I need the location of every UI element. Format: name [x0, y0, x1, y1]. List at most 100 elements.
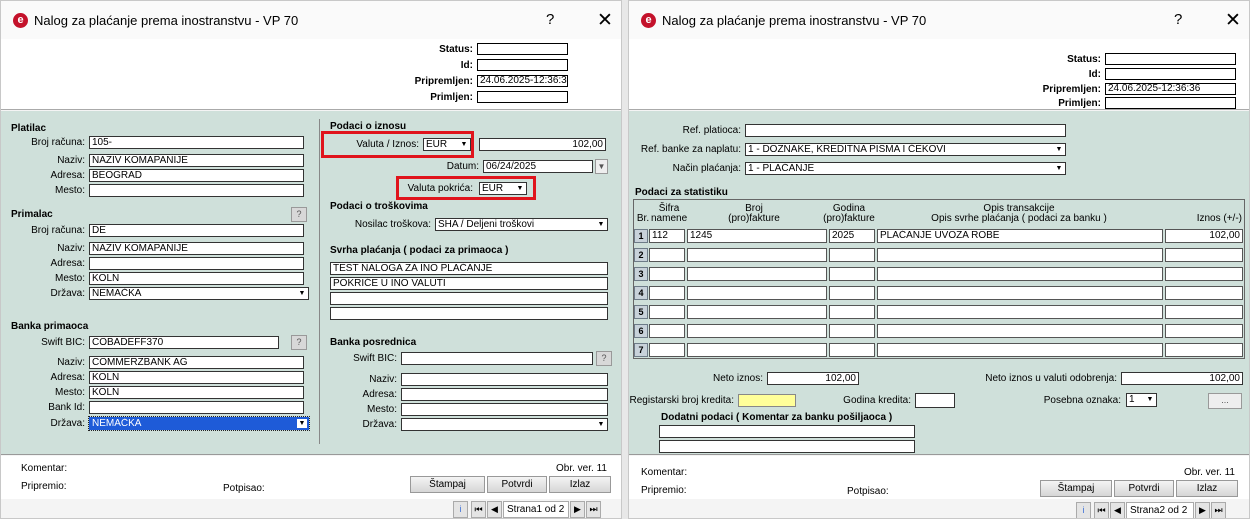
svrha-line-4[interactable] — [330, 307, 608, 320]
neto-valuta-input[interactable]: 102,00 — [1121, 372, 1243, 385]
cell-opis[interactable] — [877, 305, 1163, 319]
cell-opis[interactable] — [877, 286, 1163, 300]
cell-godina[interactable] — [829, 248, 875, 262]
dodatni-line-2[interactable] — [659, 440, 915, 453]
cell-sifra[interactable] — [649, 305, 685, 319]
cell-iznos[interactable] — [1165, 267, 1243, 281]
svrha-line-2[interactable]: POKRIĆE U INO VALUTI — [330, 277, 608, 290]
cell-opis[interactable]: PLAĆANJE UVOZA ROBE — [877, 229, 1163, 243]
cell-opis[interactable] — [877, 343, 1163, 357]
dropdown-arrow-icon[interactable]: ▼ — [1054, 145, 1064, 154]
svrha-line-3[interactable] — [330, 292, 608, 305]
cell-broj[interactable] — [687, 305, 827, 319]
close-button[interactable]: ✕ — [1225, 9, 1241, 32]
dropdown-arrow-icon[interactable]: ▼ — [297, 419, 307, 428]
primalac-naziv-input[interactable]: NAZIV KOMAPANIJE — [89, 242, 304, 255]
cell-opis[interactable] — [877, 248, 1163, 262]
dropdown-arrow-icon[interactable]: ▼ — [1145, 395, 1155, 404]
svrha-line-1[interactable]: TEST NALOGA ZA INO PLAĆANJE — [330, 262, 608, 275]
cell-opis[interactable] — [877, 324, 1163, 338]
prev-page-icon[interactable]: ◀ — [1110, 502, 1125, 518]
cell-godina[interactable]: 2025 — [829, 229, 875, 243]
help-button[interactable]: ? — [1174, 11, 1182, 28]
cell-iznos[interactable] — [1165, 324, 1243, 338]
cell-sifra[interactable] — [649, 267, 685, 281]
row-number[interactable]: 2 — [634, 248, 648, 262]
primalac-mesto-input[interactable]: KOLN — [89, 272, 304, 285]
bpos-naziv-input[interactable] — [401, 373, 608, 386]
info-icon[interactable]: i — [453, 501, 468, 518]
bp-bankid-input[interactable] — [89, 401, 304, 414]
primalac-drzava-select[interactable]: NEMAČKA ▼ — [89, 287, 309, 300]
bp-mesto-input[interactable]: KOLN — [89, 386, 304, 399]
next-page-icon[interactable]: ▶ — [570, 501, 585, 518]
bpos-adresa-input[interactable] — [401, 388, 608, 401]
stampaj-button[interactable]: Štampaj — [410, 476, 485, 493]
row-number[interactable]: 4 — [634, 286, 648, 300]
potvrdi-button[interactable]: Potvrdi — [1114, 480, 1174, 497]
help-button[interactable]: ? — [546, 11, 554, 28]
row-number[interactable]: 1 — [634, 229, 648, 243]
cell-iznos[interactable] — [1165, 286, 1243, 300]
row-number[interactable]: 7 — [634, 343, 648, 357]
izlaz-button[interactable]: Izlaz — [1176, 480, 1238, 497]
dropdown-arrow-icon[interactable]: ▼ — [596, 220, 606, 229]
primalac-adresa-input[interactable] — [89, 257, 304, 270]
bpos-swift-input[interactable] — [401, 352, 593, 365]
next-page-icon[interactable]: ▶ — [1195, 502, 1210, 518]
date-spinner-icon[interactable]: ▼ — [595, 159, 608, 174]
nosilac-select[interactable]: SHA / Deljeni troškovi ▼ — [435, 218, 608, 231]
platilac-broj-input[interactable]: 105- — [89, 136, 304, 149]
cell-godina[interactable] — [829, 286, 875, 300]
dropdown-arrow-icon[interactable]: ▼ — [297, 289, 307, 298]
cell-godina[interactable] — [829, 267, 875, 281]
cell-iznos[interactable]: 102,00 — [1165, 229, 1243, 243]
dropdown-arrow-icon[interactable]: ▼ — [1054, 164, 1064, 173]
bpos-drzava-select[interactable]: ▼ — [401, 418, 608, 431]
bp-adresa-input[interactable]: KOLN — [89, 371, 304, 384]
last-page-icon[interactable]: ⏭ — [586, 501, 601, 518]
row-number[interactable]: 3 — [634, 267, 648, 281]
potvrdi-button[interactable]: Potvrdi — [487, 476, 547, 493]
cell-godina[interactable] — [829, 305, 875, 319]
swift-help-button[interactable]: ? — [291, 335, 307, 350]
first-page-icon[interactable]: ⏮ — [471, 501, 486, 518]
reg-kredita-input[interactable] — [738, 394, 796, 407]
more-button[interactable]: ... — [1208, 393, 1242, 409]
cell-broj[interactable] — [687, 343, 827, 357]
neto-input[interactable]: 102,00 — [767, 372, 859, 385]
platilac-adresa-input[interactable]: BEOGRAD — [89, 169, 304, 182]
cell-sifra[interactable] — [649, 343, 685, 357]
close-button[interactable]: ✕ — [597, 9, 613, 32]
ref-platioca-input[interactable] — [745, 124, 1066, 137]
info-icon[interactable]: i — [1076, 502, 1091, 518]
bpos-help-button[interactable]: ? — [596, 351, 612, 366]
cell-iznos[interactable] — [1165, 305, 1243, 319]
primalac-help-button[interactable]: ? — [291, 207, 307, 222]
izlaz-button[interactable]: Izlaz — [549, 476, 611, 493]
row-number[interactable]: 6 — [634, 324, 648, 338]
bpos-mesto-input[interactable] — [401, 403, 608, 416]
cell-sifra[interactable]: 112 — [649, 229, 685, 243]
primalac-broj-input[interactable]: DE — [89, 224, 304, 237]
platilac-naziv-input[interactable]: NAZIV KOMAPANIJE — [89, 154, 304, 167]
cell-godina[interactable] — [829, 324, 875, 338]
stampaj-button[interactable]: Štampaj — [1040, 480, 1112, 497]
nacin-select[interactable]: 1 - PLAĆANJE ▼ — [745, 162, 1066, 175]
dodatni-line-1[interactable] — [659, 425, 915, 438]
cell-broj[interactable] — [687, 248, 827, 262]
iznos-input[interactable]: 102,00 — [479, 138, 606, 151]
prev-page-icon[interactable]: ◀ — [487, 501, 502, 518]
cell-iznos[interactable] — [1165, 343, 1243, 357]
cell-broj[interactable] — [687, 267, 827, 281]
ref-banke-select[interactable]: 1 - DOZNAKE, KREDITNA PISMA I ČEKOVI ▼ — [745, 143, 1066, 156]
row-number[interactable]: 5 — [634, 305, 648, 319]
godina-kredita-input[interactable] — [915, 393, 955, 408]
cell-iznos[interactable] — [1165, 248, 1243, 262]
datum-input[interactable]: 06/24/2025 — [483, 160, 593, 173]
cell-broj[interactable]: 1245 — [687, 229, 827, 243]
cell-opis[interactable] — [877, 267, 1163, 281]
dropdown-arrow-icon[interactable]: ▼ — [596, 420, 606, 429]
cell-sifra[interactable] — [649, 286, 685, 300]
bp-drzava-select[interactable]: NEMAČKA ▼ — [88, 416, 310, 431]
